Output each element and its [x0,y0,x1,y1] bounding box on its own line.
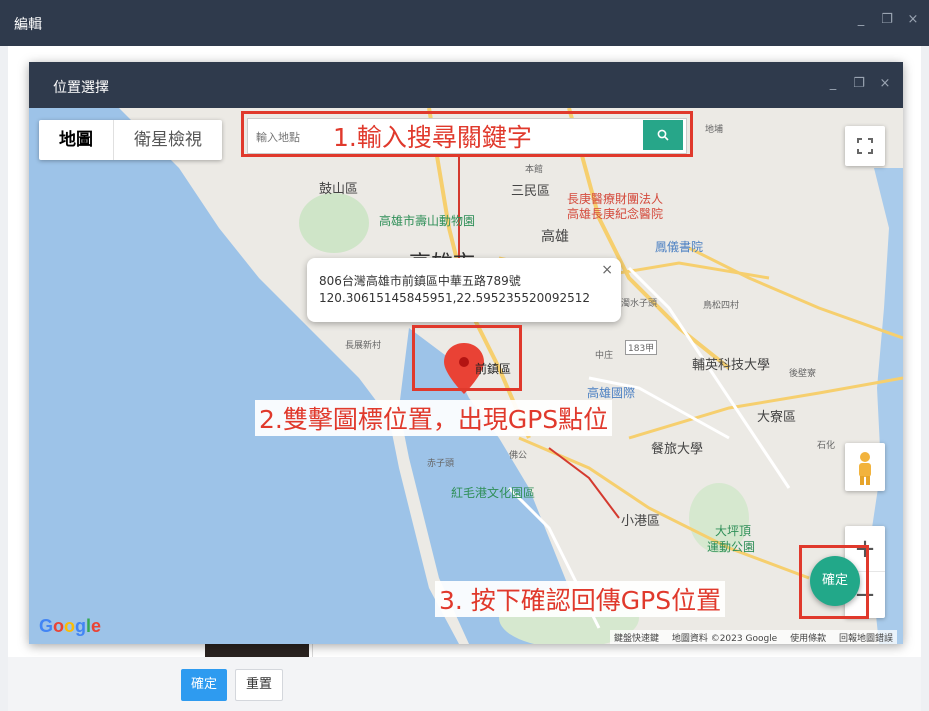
fullscreen-button[interactable] [845,126,885,166]
map-label-chizi: 赤子頭 [427,459,455,469]
map-type-map-button[interactable]: 地圖 [39,120,114,160]
map-label-changxin: 長展新村 [345,341,382,351]
dialog-titlebar: 位置選擇 _ ❐ × [29,62,903,108]
map-label-road183: 183甲 [625,340,658,355]
annotation-step1: 1.輸入搜尋關鍵字 [333,123,532,152]
maximize-icon[interactable]: ❐ [881,12,893,27]
fullscreen-icon [857,138,873,154]
terms-link[interactable]: 使用條款 [790,634,826,644]
annotation-step2: 2.雙擊圖標位置，出現GPS點位 [255,400,613,436]
minimize-icon[interactable]: _ [827,76,839,91]
map-label-benguan: 本館 [525,165,544,175]
map-label-shihua: 石化 [817,441,836,451]
map-label-shizi: 濁水子頭 [621,299,658,309]
map-label-sanmin: 三民區 [511,184,551,199]
dialog-title: 位置選擇 [53,80,109,96]
map-label-houliao: 後壁寮 [789,369,817,379]
pegman-icon [859,452,871,485]
outer-titlebar: 編輯 _ ❐ × [0,0,929,46]
map-label-hospitality: 餐旅大學 [651,442,704,457]
map-type-satellite-button[interactable]: 衛星檢視 [114,120,222,160]
google-logo: Google [39,616,102,636]
map-label-xiaogang: 小港區 [621,514,661,529]
reset-button[interactable]: 重置 [235,669,283,701]
dialog-window-controls: _ ❐ × [827,76,891,91]
map-label-kaohsiung: 高雄 [541,229,569,245]
close-icon[interactable]: × [907,12,919,27]
map-label-zhongpu: 中庄 [595,351,614,361]
map-label-gushan: 鼓山區 [319,182,359,197]
popup-coordinates: 120.30615145845951,22.595235520092512 [319,291,591,305]
map-attribution: 鍵盤快速鍵 地圖資料 ©2023 Google 使用條款 回報地圖錯誤 [609,630,897,644]
map-label-airport: 高雄國際 [587,386,636,400]
location-picker-dialog: 位置選擇 _ ❐ × 鼓山區 三民區 長庚醫療財團法人 高雄長庚紀念醫院 高雄市… [29,62,903,644]
outer-window-controls: _ ❐ × [855,12,919,27]
map-canvas[interactable]: 鼓山區 三民區 長庚醫療財團法人 高雄長庚紀念醫院 高雄市壽山動物園 高雄 高雄… [29,108,903,644]
map-label-dadong: 鳥松四村 [703,301,740,311]
report-error-link[interactable]: 回報地圖錯誤 [839,634,893,644]
map-label-park: 運動公園 [707,540,756,554]
location-info-popup: 806台灣高雄市前鎮區中華五路789號 120.30615145845951,2… [307,258,621,322]
map-label-zoo: 高雄市壽山動物園 [379,214,476,228]
popup-close-icon[interactable]: × [601,262,613,278]
maximize-icon[interactable]: ❐ [853,76,865,91]
map-label-library: 鳳儀書院 [655,240,704,254]
street-view-pegman[interactable] [845,443,885,491]
outer-window-title: 編輯 [14,17,42,33]
popup-address: 806台灣高雄市前鎮區中華五路789號 [319,274,521,288]
map-type-control: 地圖 衛星檢視 [39,120,222,160]
map-label-dipu: 地埔 [705,125,724,135]
form-footer: 確定 重置 [8,657,921,711]
keyboard-shortcuts-link[interactable]: 鍵盤快速鍵 [614,634,659,644]
close-icon[interactable]: × [879,76,891,91]
map-label-pier: 紅毛港文化園區 [451,486,536,500]
annotation-step3: 3. 按下確認回傳GPS位置 [435,581,726,617]
map-label-foz: 佛公 [509,451,528,461]
confirm-button[interactable]: 確定 [181,669,227,701]
map-label-changgung2: 高雄長庚紀念醫院 [567,207,664,221]
minimize-icon[interactable]: _ [855,12,867,27]
map-label-fooyin: 輔英科技大學 [692,358,771,373]
map-data-text: 地圖資料 ©2023 Google [671,634,778,644]
annotation-box-marker [412,325,522,391]
map-label-dapingding: 大坪頂 [715,524,752,538]
annotation-box-confirm [799,545,869,619]
map-label-daliao: 大寮區 [757,410,797,425]
